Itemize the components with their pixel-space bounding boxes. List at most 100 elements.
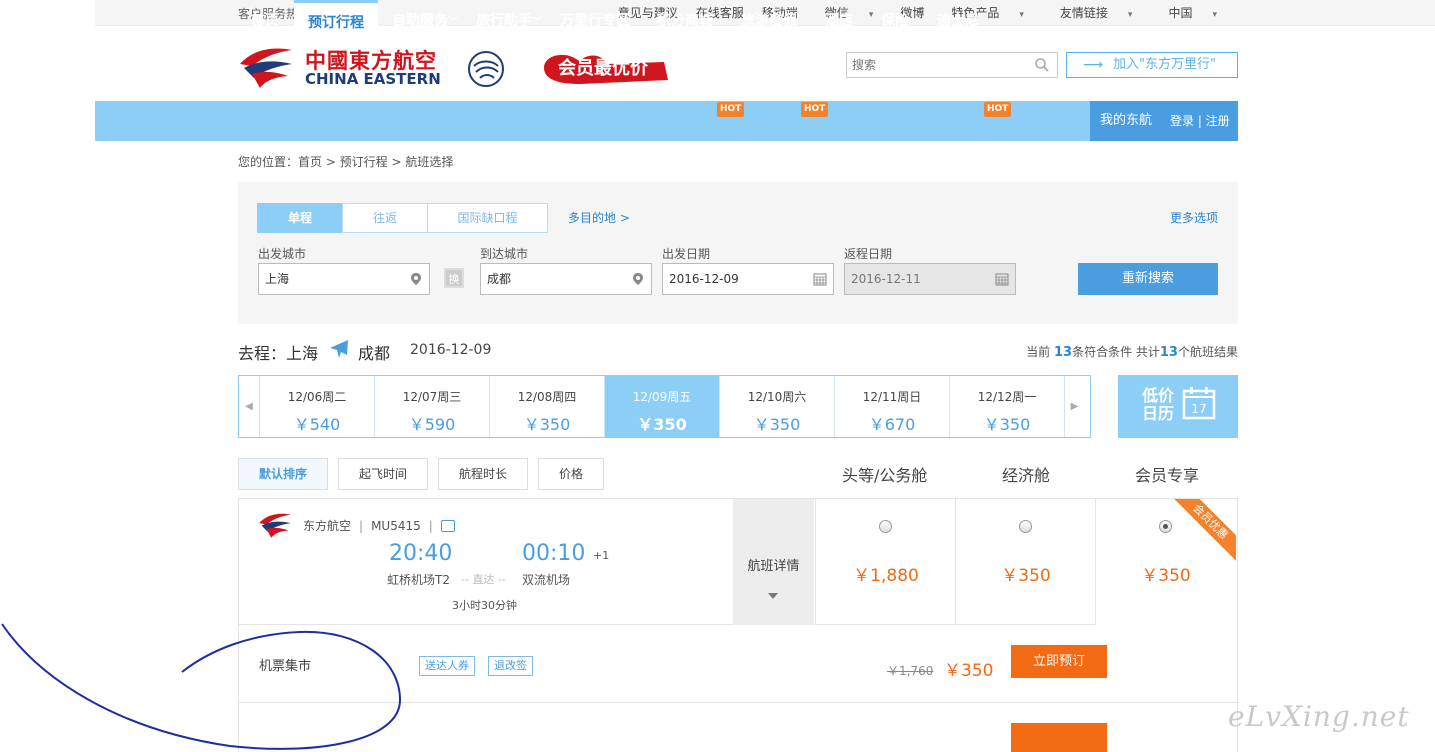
multi-destination-link[interactable]: 多目的地 >: [568, 209, 630, 226]
cabin-header-member: 会员专享: [1135, 466, 1200, 485]
friend-links-label: 友情链接: [1059, 6, 1108, 20]
fare-economy[interactable]: ￥350: [955, 499, 1095, 625]
date-cell[interactable]: 12/08周四 ￥350: [489, 376, 604, 437]
date-price-strip: ◀ 12/06周二 ￥540 12/07周三 ￥590 12/08周四 ￥350 12…: [238, 375, 1091, 438]
join-loyalty-button[interactable]: ⟶ 加入"东方万里行": [1066, 52, 1238, 78]
date-cell-price: ￥350: [753, 415, 801, 434]
nav-insurance[interactable]: 保险: [881, 0, 909, 40]
hot-badge: HOT: [717, 102, 745, 117]
book-now-button[interactable]: 立即预订: [1011, 645, 1107, 678]
date-cell-price: ￥350: [637, 415, 687, 434]
prev-dates-arrow-icon[interactable]: ◀: [239, 376, 259, 437]
depart-date-field[interactable]: 2016-12-09: [662, 263, 834, 295]
nav-self-service[interactable]: 自助服务﹀: [392, 0, 458, 40]
departure-time: 20:40: [389, 541, 453, 566]
fare-radio[interactable]: [879, 520, 892, 533]
date-cell-selected[interactable]: 12/09周五 ￥350: [604, 376, 719, 437]
fare-price: ￥350: [1141, 566, 1191, 586]
chevron-down-icon: ﹀: [532, 17, 542, 28]
cabin-header-economy: 经济舱: [1002, 466, 1051, 485]
search-icon[interactable]: [1034, 57, 1050, 73]
next-dates-arrow-icon[interactable]: ▶: [1064, 376, 1084, 437]
location-pin-icon: [633, 273, 643, 285]
member-discount-ribbon: 会员优惠: [1168, 499, 1236, 564]
date-cell-day: 12/11周日: [862, 390, 922, 404]
friend-links-menu[interactable]: 友情链接 ▾: [1042, 4, 1151, 21]
china-eastern-logo-icon[interactable]: [238, 44, 294, 90]
hot-badge: HOT: [984, 102, 1012, 117]
flight-details-label: 航班详情: [747, 559, 800, 574]
arrival-airport: 双流机场: [522, 573, 571, 587]
nav-vacation[interactable]: 旅游度假: [741, 0, 797, 40]
logo-english-text: CHINA EASTERN: [305, 70, 441, 88]
breadcrumb: 您的位置：首页 > 预订行程 > 航班选择: [238, 155, 454, 169]
date-cell[interactable]: 12/12周一 ￥350: [949, 376, 1064, 437]
join-loyalty-label: 加入"东方万里行": [1113, 57, 1216, 72]
chevron-down-icon: ▾: [868, 10, 874, 20]
date-cell-price: ￥590: [408, 415, 456, 434]
date-cell[interactable]: 12/06周二 ￥540: [259, 376, 374, 437]
nav-home[interactable]: 首页: [251, 0, 279, 40]
date-cell-day: 12/08周四: [517, 390, 577, 404]
to-city-field[interactable]: 成都: [480, 263, 652, 295]
tab-open-jaw[interactable]: 国际缺口程: [427, 203, 548, 233]
low-price-calendar-button[interactable]: 低价日历 17: [1118, 375, 1238, 438]
more-options-link[interactable]: 更多选项: [1170, 209, 1218, 226]
refund-change-tag[interactable]: 退改签: [488, 656, 533, 676]
calendar-icon: [995, 273, 1009, 286]
flight-details-button[interactable]: 航班详情: [733, 499, 814, 625]
member-best-price-text: 会员最优价: [558, 58, 648, 79]
date-cell[interactable]: 12/11周日 ￥670: [834, 376, 949, 437]
date-cell[interactable]: 12/07周三 ￥590: [374, 376, 489, 437]
book-now-button-next[interactable]: [1011, 723, 1107, 752]
chevron-down-icon: ▾: [1212, 10, 1217, 20]
account-area: 我的东航 登录 | 注册: [1090, 101, 1238, 141]
flight-number: MU5415: [371, 519, 421, 533]
from-city-field[interactable]: 上海: [258, 263, 430, 295]
sort-departure-time-button[interactable]: 起飞时间: [338, 458, 428, 490]
sort-default-button[interactable]: 默认排序: [238, 458, 328, 490]
return-date-value: 2016-12-11: [851, 272, 921, 286]
chevron-down-icon: ▾: [1019, 10, 1024, 20]
fare-first-business[interactable]: ￥1,880: [815, 499, 955, 625]
return-date-field[interactable]: 2016-12-11: [844, 263, 1016, 295]
date-cell[interactable]: 12/10周六 ￥350: [719, 376, 834, 437]
tab-one-way[interactable]: 单程: [257, 203, 343, 233]
nav-points-mall[interactable]: 积分商城: [657, 0, 713, 40]
swap-cities-button[interactable]: 换: [444, 268, 464, 288]
research-button[interactable]: 重新搜索: [1078, 263, 1218, 295]
fare-radio[interactable]: [1019, 520, 1032, 533]
nav-travel-assistant[interactable]: 旅行助手﹀: [476, 0, 542, 40]
nav-miles-zone[interactable]: 万里行专区: [560, 0, 630, 40]
sort-price-button[interactable]: 价格: [538, 458, 604, 490]
from-city-value: 上海: [265, 272, 290, 286]
nav-self-service-label: 自助服务: [392, 13, 448, 29]
fare-member[interactable]: 会员优惠 ￥350: [1096, 499, 1236, 625]
nav-booking[interactable]: 预订行程: [294, 0, 378, 40]
from-city-label: 出发城市: [258, 247, 307, 261]
my-eastern-link[interactable]: 我的东航: [1100, 101, 1152, 141]
tab-round-trip[interactable]: 往返: [342, 203, 428, 233]
login-register-link[interactable]: 登录 | 注册: [1170, 101, 1230, 141]
results-mid: 条符合条件 共计: [1072, 345, 1160, 359]
fare-radio-selected[interactable]: [1159, 520, 1172, 533]
location-pin-icon: [411, 273, 421, 285]
voucher-tag[interactable]: 送达人券: [419, 656, 475, 676]
calendar-icon: [813, 273, 827, 286]
skyteam-logo-icon: [468, 51, 504, 87]
flight-summary: 东方航空 | MU5415 | 20:40 00:10 +1 虹桥机场T2 -- 直达…: [239, 499, 1096, 625]
departure-airport: 虹桥机场T2: [387, 573, 450, 587]
nav-hotel[interactable]: 酒店: [825, 0, 853, 40]
date-cell-price: ￥670: [868, 415, 916, 434]
fare-price: ￥350: [1001, 566, 1051, 586]
route-date: 2016-12-09: [410, 342, 492, 358]
region-label: 中国: [1168, 6, 1193, 20]
aircraft-info-icon[interactable]: [440, 520, 455, 532]
site-search[interactable]: [846, 52, 1058, 78]
to-city-value: 成都: [487, 272, 512, 286]
date-cell-price: ￥350: [983, 415, 1031, 434]
region-menu[interactable]: 中国 ▾: [1150, 4, 1235, 21]
nav-disney[interactable]: 迪士尼: [937, 0, 979, 40]
site-search-input[interactable]: [847, 53, 1027, 77]
sort-duration-button[interactable]: 航程时长: [438, 458, 528, 490]
